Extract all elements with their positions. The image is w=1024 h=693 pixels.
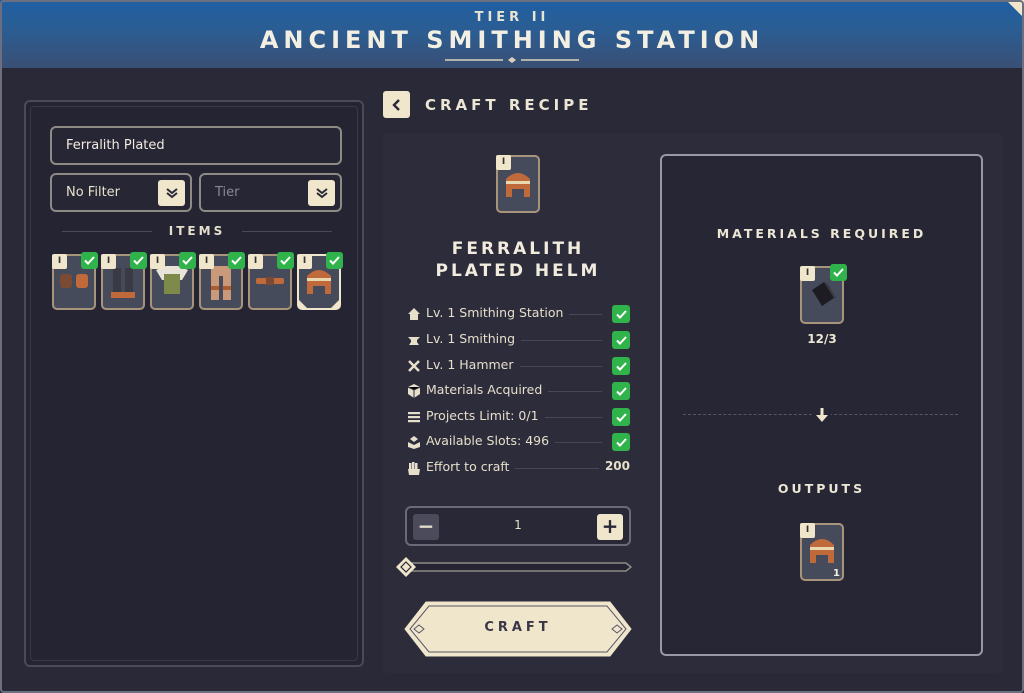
title-ornament bbox=[445, 57, 579, 63]
item-slot-chest[interactable]: I bbox=[150, 252, 196, 310]
tier-badge: I bbox=[496, 155, 511, 170]
title-banner: TIER II ANCIENT SMITHING STATION bbox=[0, 0, 1024, 68]
increase-button[interactable]: + bbox=[597, 514, 623, 540]
check-icon bbox=[277, 252, 294, 269]
output-slot[interactable]: I 1 bbox=[800, 523, 844, 581]
check-icon bbox=[130, 252, 147, 269]
item-slot-helm-selected[interactable]: I bbox=[297, 252, 343, 310]
search-input[interactable]: Ferralith Plated bbox=[50, 126, 342, 165]
material-count: 12/3 bbox=[807, 332, 837, 346]
recipe-item-name: FERRALITH PLATED HELM bbox=[400, 238, 636, 282]
check-icon bbox=[228, 252, 245, 269]
filter-value: No Filter bbox=[66, 185, 121, 200]
requirement-label: Materials Acquired bbox=[426, 382, 549, 397]
tier-badge: I bbox=[297, 254, 312, 269]
output-quantity: 1 bbox=[833, 568, 840, 579]
tier-badge: I bbox=[800, 523, 815, 538]
check-icon bbox=[830, 264, 847, 281]
station-tier: TIER II bbox=[474, 10, 550, 25]
item-slot-gloves[interactable]: I bbox=[52, 252, 98, 310]
crossed-tools-icon bbox=[408, 360, 420, 372]
requirement-label: Effort to craft bbox=[426, 459, 516, 474]
requirement-materials: Materials Acquired bbox=[406, 381, 632, 401]
check-icon bbox=[612, 433, 630, 451]
tier-placeholder: Tier bbox=[215, 185, 240, 200]
check-icon bbox=[612, 305, 630, 323]
recipe-item-icon: I bbox=[496, 155, 540, 213]
fist-icon bbox=[408, 462, 420, 475]
tier-badge: I bbox=[199, 254, 214, 269]
tier-badge: I bbox=[101, 254, 116, 269]
requirement-station: Lv. 1 Smithing Station bbox=[406, 304, 632, 324]
outputs-heading: OUTPUTS bbox=[777, 481, 866, 496]
close-icon[interactable] bbox=[996, 0, 1024, 22]
chevron-down-icon[interactable] bbox=[158, 180, 185, 206]
house-icon bbox=[408, 308, 420, 320]
tier-badge: I bbox=[248, 254, 263, 269]
craft-button-label[interactable]: CRAFT bbox=[404, 620, 632, 635]
requirement-label: Available Slots: 496 bbox=[426, 433, 556, 448]
check-icon bbox=[81, 252, 98, 269]
check-icon bbox=[612, 408, 630, 426]
slider-handle[interactable] bbox=[396, 557, 416, 577]
item-name-line1: FERRALITH bbox=[451, 239, 585, 259]
item-slot-belt[interactable]: I bbox=[248, 252, 294, 310]
requirement-projects: Projects Limit: 0/1 bbox=[406, 407, 632, 427]
check-icon bbox=[612, 382, 630, 400]
materials-required-heading: MATERIALS REQUIRED bbox=[716, 226, 927, 241]
requirement-slots: Available Slots: 496 bbox=[406, 432, 632, 452]
box-icon bbox=[407, 384, 421, 398]
effort-value: 200 bbox=[598, 459, 630, 473]
item-slot-legs[interactable]: I bbox=[101, 252, 147, 310]
chevron-down-icon[interactable] bbox=[308, 180, 335, 206]
tier-badge: I bbox=[800, 266, 815, 281]
requirement-effort: Effort to craft 200 bbox=[406, 458, 632, 478]
tier-dropdown[interactable]: Tier bbox=[199, 173, 342, 212]
check-icon bbox=[179, 252, 196, 269]
filter-dropdown[interactable]: No Filter bbox=[50, 173, 192, 212]
tier-badge: I bbox=[150, 254, 165, 269]
requirement-tool: Lv. 1 Hammer bbox=[406, 356, 632, 376]
item-slot-pants[interactable]: I bbox=[199, 252, 245, 310]
quantity-stepper[interactable]: − 1 + bbox=[405, 506, 631, 546]
tier-badge: I bbox=[52, 254, 67, 269]
station-title: ANCIENT SMITHING STATION bbox=[259, 26, 765, 54]
requirement-label: Lv. 1 Smithing bbox=[426, 331, 522, 346]
requirement-label: Lv. 1 Smithing Station bbox=[426, 305, 570, 320]
craft-recipe-heading: CRAFT RECIPE bbox=[425, 96, 593, 114]
chevron-left-icon bbox=[391, 98, 400, 111]
quantity-value[interactable]: 1 bbox=[407, 518, 629, 532]
check-icon bbox=[326, 252, 343, 269]
slots-icon bbox=[408, 436, 420, 449]
check-icon bbox=[612, 331, 630, 349]
requirement-label: Projects Limit: 0/1 bbox=[426, 408, 545, 423]
arrow-down-icon bbox=[813, 406, 831, 424]
item-name-line2: PLATED HELM bbox=[435, 261, 601, 281]
back-button[interactable] bbox=[383, 91, 410, 118]
anvil-icon bbox=[408, 337, 420, 345]
list-icon bbox=[408, 412, 420, 423]
items-heading: ITEMS bbox=[52, 224, 342, 238]
material-slot[interactable]: I bbox=[800, 264, 847, 324]
quantity-slider[interactable] bbox=[396, 557, 632, 577]
check-icon bbox=[612, 357, 630, 375]
requirement-label: Lv. 1 Hammer bbox=[426, 357, 520, 372]
requirement-skill: Lv. 1 Smithing bbox=[406, 330, 632, 350]
